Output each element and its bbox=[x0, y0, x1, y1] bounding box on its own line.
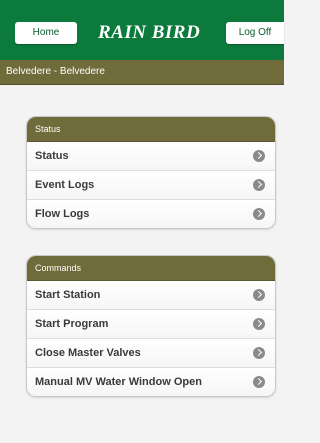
chevron-right-icon bbox=[253, 150, 265, 162]
menu-item-status[interactable]: Status bbox=[27, 142, 275, 171]
location-bar: Belvedere - Belvedere bbox=[0, 60, 284, 85]
menu-item-label: Start Station bbox=[35, 289, 101, 301]
top-bar: Home RAIN BIRD Log Off bbox=[0, 0, 284, 60]
status-section-header: Status bbox=[27, 117, 275, 142]
commands-section-header: Commands bbox=[27, 256, 275, 281]
menu-item-close-master-valves[interactable]: Close Master Valves bbox=[27, 339, 275, 368]
menu-item-manual-mv-water-window-open[interactable]: Manual MV Water Window Open bbox=[27, 368, 275, 396]
menu-item-label: Manual MV Water Window Open bbox=[35, 376, 202, 388]
status-section: Status Status Event Logs Flow Logs bbox=[26, 116, 276, 229]
menu-item-label: Status bbox=[35, 150, 69, 162]
menu-item-label: Event Logs bbox=[35, 179, 95, 191]
commands-section: Commands Start Station Start Program Clo… bbox=[26, 255, 276, 397]
menu-item-event-logs[interactable]: Event Logs bbox=[27, 171, 275, 200]
chevron-right-icon bbox=[253, 179, 265, 191]
chevron-right-icon bbox=[253, 376, 265, 388]
log-off-button[interactable]: Log Off bbox=[226, 22, 284, 44]
location-label: Belvedere - Belvedere bbox=[6, 66, 105, 77]
rain-bird-logo: RAIN BIRD bbox=[98, 18, 218, 48]
chevron-right-icon bbox=[253, 208, 265, 220]
chevron-right-icon bbox=[253, 318, 265, 330]
menu-item-flow-logs[interactable]: Flow Logs bbox=[27, 200, 275, 228]
home-button[interactable]: Home bbox=[15, 22, 77, 44]
chevron-right-icon bbox=[253, 289, 265, 301]
menu-item-label: Flow Logs bbox=[35, 208, 90, 220]
menu-item-start-station[interactable]: Start Station bbox=[27, 281, 275, 310]
menu-item-label: Close Master Valves bbox=[35, 347, 141, 359]
logo-text: RAIN BIRD bbox=[98, 22, 201, 43]
menu-item-start-program[interactable]: Start Program bbox=[27, 310, 275, 339]
menu-item-label: Start Program bbox=[35, 318, 109, 330]
chevron-right-icon bbox=[253, 347, 265, 359]
